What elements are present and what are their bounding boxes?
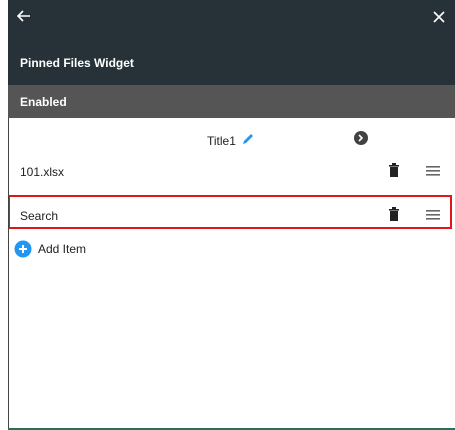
divider <box>8 118 9 430</box>
add-item-label: Add Item <box>38 242 87 256</box>
drag-handle-icon[interactable] <box>426 164 440 176</box>
pencil-icon[interactable] <box>241 132 255 146</box>
trash-icon[interactable] <box>387 162 401 178</box>
widget-editor: Pinned Files Widget Enabled Title1 101.x… <box>0 0 455 430</box>
arrow-left-icon[interactable] <box>16 8 36 28</box>
close-icon[interactable] <box>429 8 449 28</box>
page-title: Pinned Files Widget <box>20 56 134 70</box>
plus-circle-icon <box>14 240 32 258</box>
item-label: 101.xlsx <box>20 165 65 179</box>
list-item[interactable]: 101.xlsx <box>8 152 455 192</box>
app-bar: Pinned Files Widget <box>8 0 455 85</box>
item-label: Search <box>20 209 59 223</box>
chevron-right-circle-icon[interactable] <box>353 130 369 146</box>
enabled-label: Enabled <box>20 95 67 109</box>
enabled-bar[interactable]: Enabled <box>8 85 455 118</box>
drag-handle-icon[interactable] <box>426 208 440 220</box>
widget-title: Title1 <box>207 134 236 148</box>
trash-icon[interactable] <box>387 206 401 222</box>
list-item[interactable]: Search <box>8 196 455 236</box>
